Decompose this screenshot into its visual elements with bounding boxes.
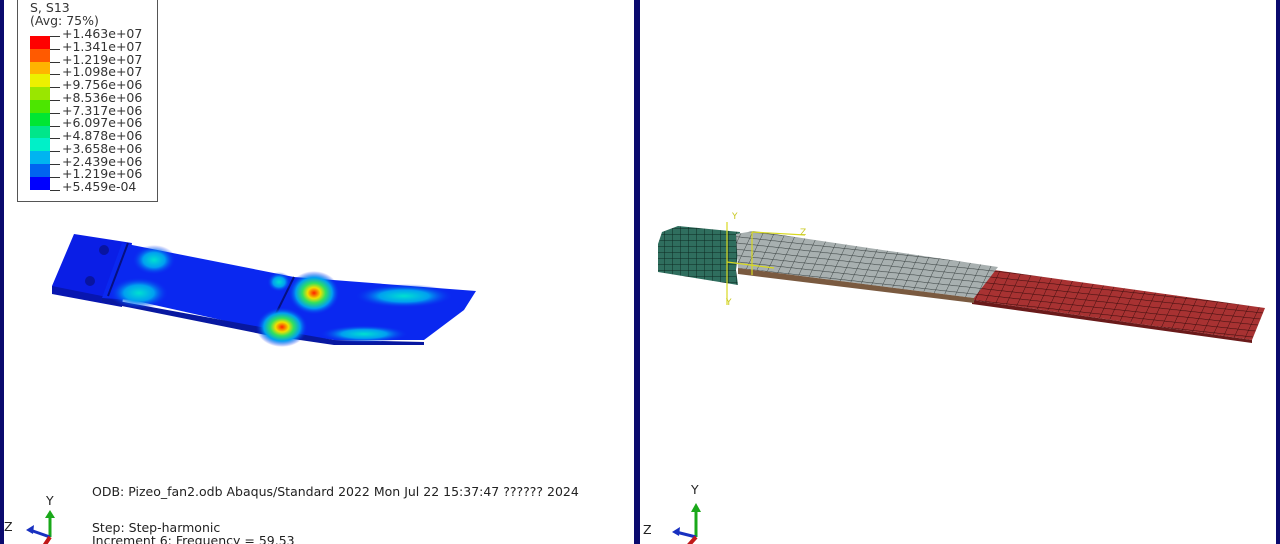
triad-y-label: Y bbox=[691, 482, 699, 497]
triad-y-label: Y bbox=[46, 493, 54, 508]
viewport-result[interactable]: S, S13 (Avg: 75%) +1.463e+07 +1.341e+07 +1… bbox=[0, 0, 640, 544]
deformed-contour-plot bbox=[26, 234, 476, 544]
increment-info: Increment 6: Frequency = 59.53 bbox=[92, 533, 295, 544]
axis-triad-icon bbox=[26, 510, 55, 544]
odb-info: ODB: Pizeo_fan2.odb Abaqus/Standard 2022… bbox=[92, 484, 579, 499]
triad-z-label: Z bbox=[643, 522, 652, 537]
viewport-mesh[interactable]: Y Z Y Y Z bbox=[640, 0, 1280, 544]
beam bbox=[102, 242, 476, 347]
axis-triad-icon bbox=[672, 503, 701, 544]
triad-z-label: Z bbox=[4, 519, 13, 534]
